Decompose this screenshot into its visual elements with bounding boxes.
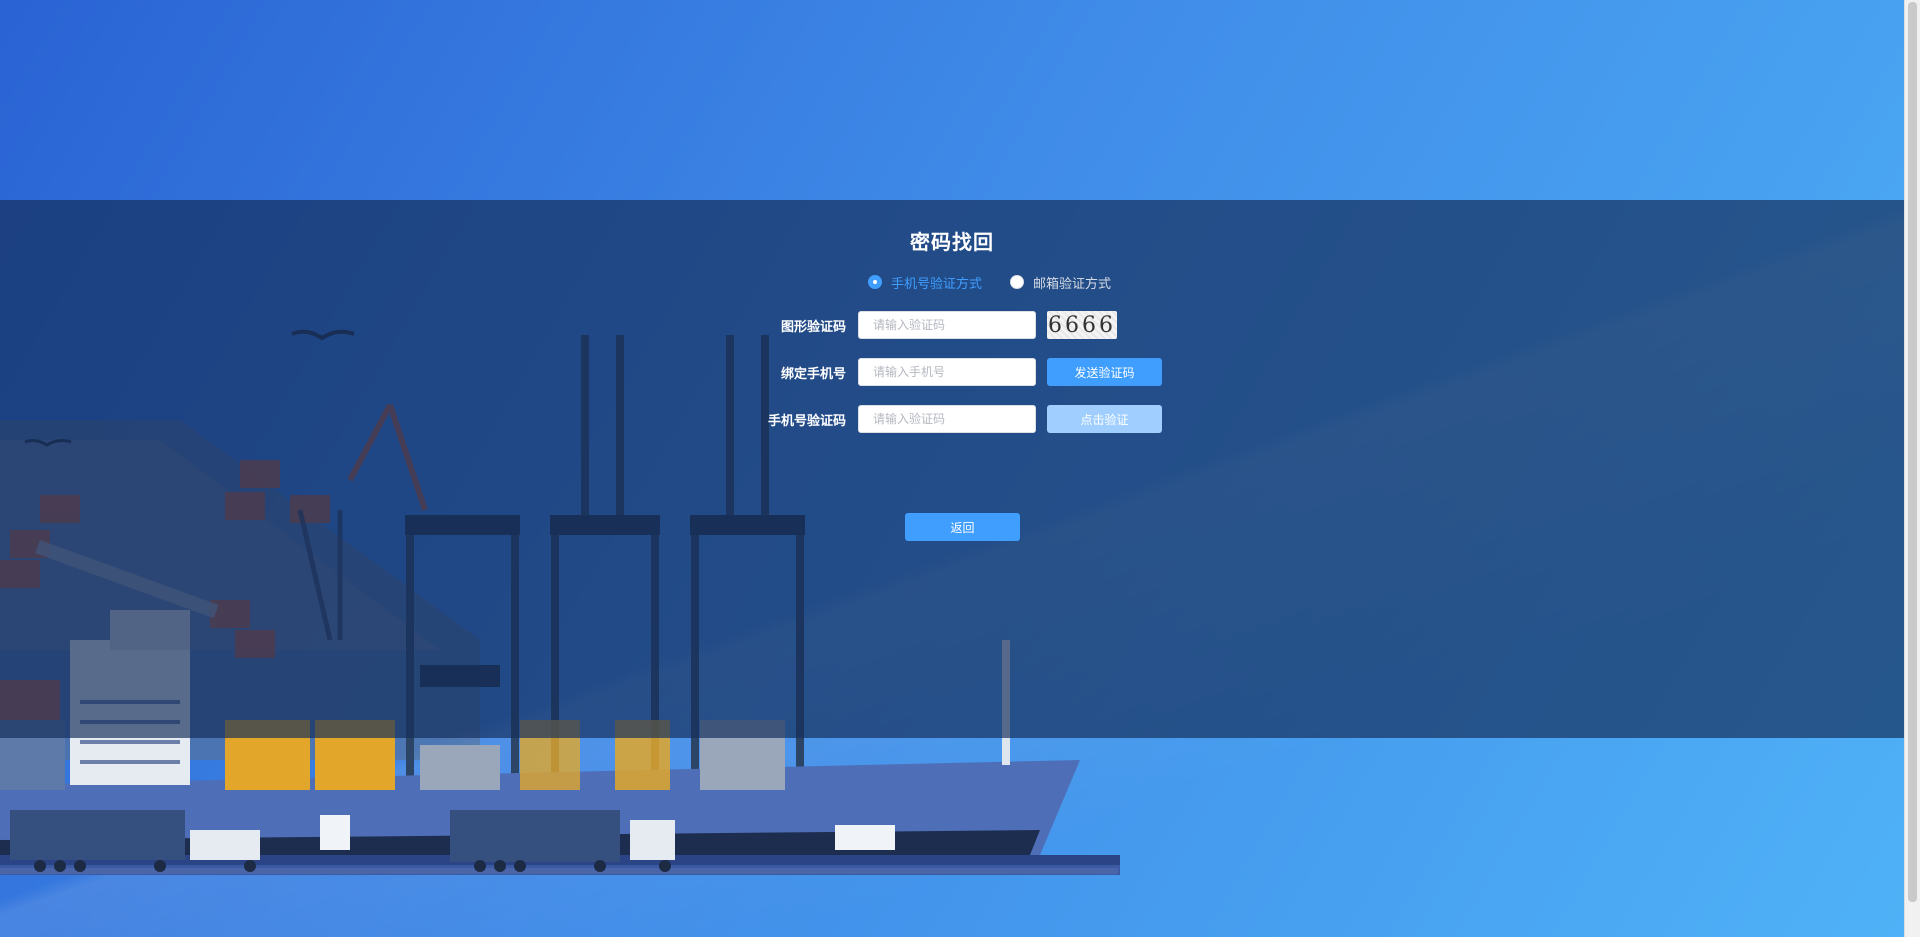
- page-title: 密码找回: [910, 230, 994, 254]
- radio-email-method[interactable]: 邮箱验证方式: [1010, 273, 1111, 292]
- radio-phone-label: 手机号验证方式: [891, 276, 983, 292]
- phone-input[interactable]: [858, 358, 1036, 386]
- send-code-button[interactable]: 发送验证码: [1047, 358, 1162, 386]
- captcha-label: 图形验证码: [780, 319, 846, 335]
- captcha-input[interactable]: [858, 311, 1036, 339]
- password-recovery-panel: 密码找回 手机号验证方式 邮箱验证方式 图形验证码 6666 绑定手机号 发送验…: [0, 200, 1904, 738]
- verify-button[interactable]: 点击验证: [1047, 405, 1162, 433]
- radio-circle-icon: [1010, 275, 1025, 289]
- sms-code-label: 手机号验证码: [767, 413, 846, 429]
- vertical-scrollbar[interactable]: [1904, 0, 1920, 937]
- sms-code-row: 手机号验证码 点击验证: [700, 405, 1162, 433]
- captcha-image[interactable]: 6666: [1047, 311, 1117, 339]
- captcha-row: 图形验证码 6666: [700, 311, 1117, 339]
- scrollbar-thumb[interactable]: [1908, 2, 1917, 902]
- back-button[interactable]: 返回: [905, 513, 1020, 541]
- radio-phone-method[interactable]: 手机号验证方式: [868, 273, 982, 292]
- verification-method-group: 手机号验证方式 邮箱验证方式: [868, 272, 1139, 292]
- phone-row: 绑定手机号 发送验证码: [700, 358, 1162, 386]
- phone-label: 绑定手机号: [780, 366, 846, 382]
- sms-code-input[interactable]: [858, 405, 1036, 433]
- radio-email-label: 邮箱验证方式: [1033, 276, 1112, 292]
- radio-circle-icon: [868, 275, 882, 289]
